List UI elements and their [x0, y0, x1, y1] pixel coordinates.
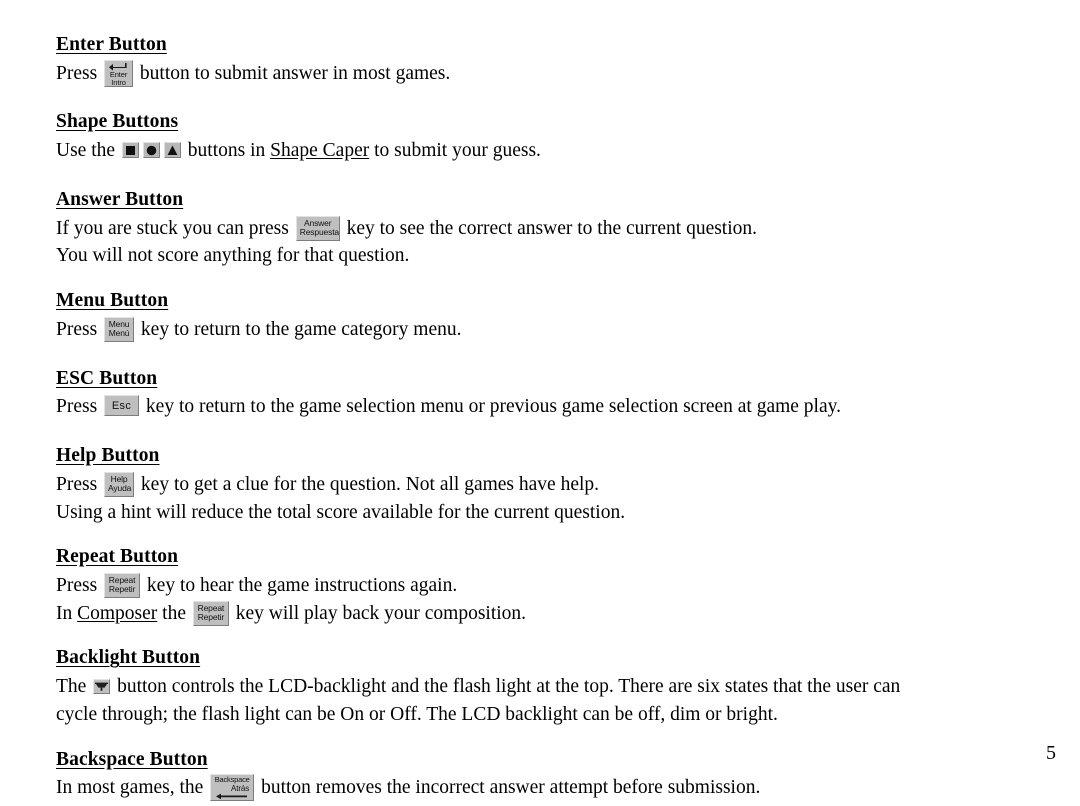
heading-backspace-button: Backspace Button	[56, 748, 208, 770]
heading-esc-button: ESC Button	[56, 367, 158, 389]
text-fragment: Press	[56, 473, 103, 495]
answer-key-label-es: Respuesta	[299, 227, 340, 238]
section-help-button: Help Button Press Help Ayuda key to get a…	[56, 444, 1046, 526]
body-backlight-button-line-1: The button controls the LCD-backlight an…	[56, 673, 1046, 701]
body-repeat-button-line-1: Press Repeat Repetir key to hear the game…	[56, 572, 1046, 600]
body-backspace-button: In most games, the Backspace Atrás button…	[56, 774, 1046, 802]
body-backlight-button-line-2: cycle through; the flash light can be On…	[56, 703, 778, 725]
text-fragment: Press	[56, 62, 103, 84]
text-fragment: If you are stuck you can press	[56, 217, 294, 239]
section-esc-button: ESC Button Press Esc key to return to th…	[56, 367, 1046, 421]
text-fragment: buttons in	[182, 140, 271, 162]
text-fragment: to submit your guess.	[369, 140, 541, 162]
circle-shape-button[interactable]	[142, 142, 160, 159]
heading-repeat-button: Repeat Button	[56, 546, 179, 568]
text-fragment: In	[56, 602, 78, 624]
body-help-button-line-2: Using a hint will reduce the total score…	[56, 501, 626, 523]
section-answer-button: Answer Button If you are stuck you can p…	[56, 188, 1046, 270]
text-fragment: button controls the LCD-backlight and th…	[112, 676, 901, 698]
text-fragment: key will play back your composition.	[230, 602, 527, 624]
body-esc-button: Press Esc key to return to the game sele…	[56, 393, 1046, 421]
repeat-key[interactable]: Repeat Repetir	[104, 572, 141, 598]
text-fragment: key to return to the game selection menu…	[141, 396, 841, 418]
text-fragment: key to see the correct answer to the cur…	[341, 217, 758, 239]
menu-key[interactable]: Menu Menú	[104, 316, 135, 342]
link-shape-caper[interactable]: Shape Caper	[270, 140, 369, 161]
return-arrow-icon	[105, 62, 132, 71]
backlight-key[interactable]	[93, 679, 111, 695]
body-enter-button: Press Enter Intro button to submit answer…	[56, 59, 1046, 88]
body-help-button-line-1: Press Help Ayuda key to get a clue for th…	[56, 471, 1046, 499]
heading-menu-button: Menu Button	[56, 290, 169, 312]
enter-key[interactable]: Enter Intro	[104, 59, 134, 87]
help-key[interactable]: Help Ayuda	[104, 471, 135, 497]
lamp-icon	[95, 682, 109, 691]
text-fragment: Press	[56, 574, 103, 596]
text-fragment: In most games, the	[56, 777, 209, 799]
text-fragment: Use the	[56, 140, 120, 162]
triangle-shape-button[interactable]	[163, 142, 181, 159]
repeat-key-label-es: Repetir	[108, 584, 136, 595]
text-fragment: the	[157, 602, 191, 624]
text-fragment: button to submit answer in most games.	[135, 62, 451, 84]
heading-shape-buttons: Shape Buttons	[56, 111, 179, 133]
heading-answer-button: Answer Button	[56, 188, 184, 210]
page-number: 5	[1046, 742, 1056, 764]
section-shape-buttons: Shape Buttons Use the buttons in Shape C…	[56, 110, 1046, 164]
answer-key[interactable]: Answer Respuesta	[295, 215, 340, 241]
text-fragment: key to return to the game category menu.	[136, 318, 462, 340]
body-repeat-button-line-2: In Composer the Repeat Repetir key will p…	[56, 600, 1046, 628]
heading-enter-button: Enter Button	[56, 34, 167, 55]
text-fragment: The	[56, 676, 92, 698]
body-menu-button: Press Menu Menú key to return to the game…	[56, 316, 1046, 344]
esc-key-label: Esc	[111, 400, 132, 413]
square-shape-button[interactable]	[121, 142, 139, 159]
backspace-key-label-es: Atrás	[231, 783, 250, 793]
heading-backlight-button: Backlight Button	[56, 647, 201, 669]
page-content: Enter Button Press Enter Intro button to …	[56, 33, 1046, 806]
backspace-key[interactable]: Backspace Atrás	[210, 774, 255, 802]
text-fragment: Press	[56, 318, 103, 340]
help-key-label-es: Ayuda	[108, 483, 132, 494]
menu-key-label-es: Menú	[108, 328, 130, 339]
backspace-key-label-en: Backspace	[214, 775, 250, 785]
section-backspace-button: Backspace Button In most games, the Back…	[56, 748, 1046, 802]
body-shape-buttons: Use the buttons in Shape Caper to submit…	[56, 137, 1046, 165]
link-composer[interactable]: Composer	[77, 603, 157, 624]
text-fragment: key to get a clue for the question. Not …	[136, 473, 600, 495]
repeat-key[interactable]: Repeat Repetir	[192, 600, 229, 626]
text-fragment: key to hear the game instructions again.	[142, 574, 458, 596]
section-enter-button: Enter Button Press Enter Intro button to …	[56, 33, 1046, 87]
body-answer-button-line-2: You will not score anything for that que…	[56, 245, 410, 267]
heading-help-button: Help Button	[56, 445, 160, 467]
esc-key[interactable]: Esc	[104, 395, 140, 417]
text-fragment: button removes the incorrect answer atte…	[256, 777, 761, 799]
section-repeat-button: Repeat Button Press Repeat Repetir key to…	[56, 545, 1046, 627]
text-fragment: Press	[56, 396, 103, 418]
repeat-key-label-es: Repetir	[197, 612, 225, 623]
body-answer-button-line-1: If you are stuck you can press Answer Res…	[56, 215, 1046, 243]
section-backlight-button: Backlight Button The button controls the…	[56, 646, 1046, 728]
left-arrow-icon	[213, 793, 251, 800]
document-page: Enter Button Press Enter Intro button to …	[0, 0, 1080, 802]
section-menu-button: Menu Button Press Menu Menú key to return…	[56, 289, 1046, 343]
enter-key-label-es: Intro	[111, 77, 126, 87]
